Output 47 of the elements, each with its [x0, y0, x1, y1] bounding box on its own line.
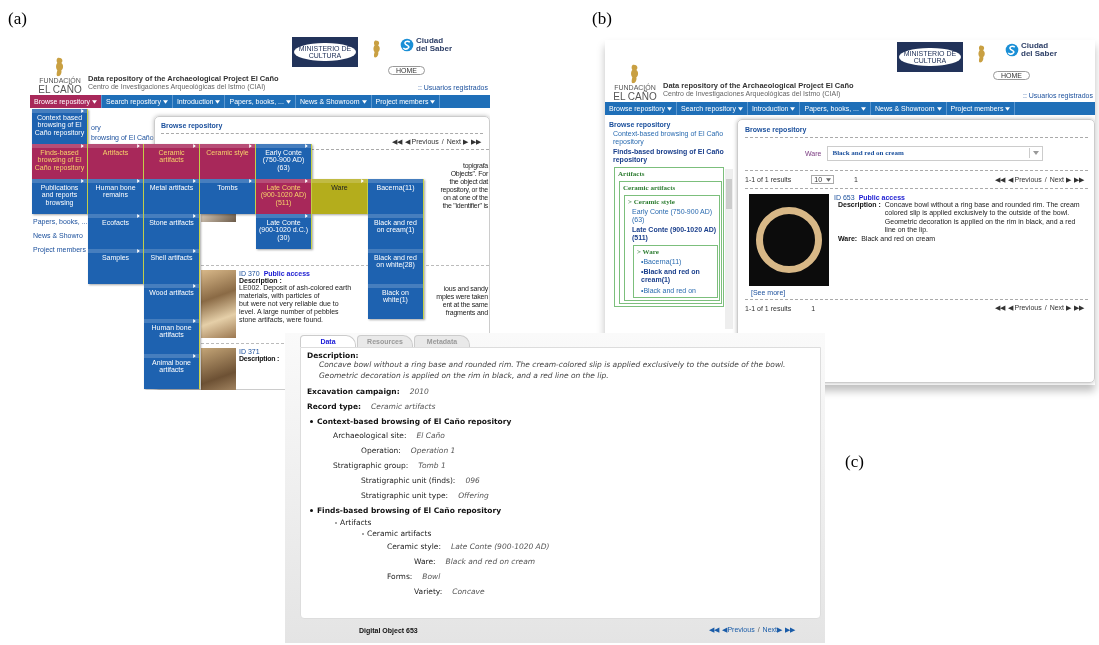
- submenu-arrow-icon: [137, 179, 140, 183]
- submenu-arrow-icon: [193, 249, 196, 253]
- submenu-arrow-icon: [305, 144, 308, 148]
- submenu-arrow-icon: [193, 354, 196, 358]
- caret-icon: [92, 99, 98, 104]
- scrollbar[interactable]: [725, 169, 733, 329]
- submenu-arrow-icon: [249, 179, 252, 183]
- caret-icon: [936, 106, 942, 111]
- caret-icon: [826, 177, 832, 182]
- submenu-arrow-icon: [81, 109, 84, 113]
- caret-icon: [1005, 106, 1011, 111]
- caret-icon: [285, 99, 291, 104]
- bullet-icon: [310, 419, 313, 423]
- submenu-arrow-icon: [137, 249, 140, 253]
- ciudad-logo-text: Ciudad: [416, 37, 445, 45]
- foundation-logo-text: EL CAÑO: [38, 84, 82, 95]
- submenu-arrow-icon: [137, 214, 140, 218]
- submenu-arrow-icon: [305, 179, 308, 183]
- caret-icon: [430, 99, 436, 104]
- figurine-logo-icon: [371, 40, 383, 58]
- submenu-arrow-icon: [193, 319, 196, 323]
- bullet-icon: [310, 508, 313, 512]
- submenu-arrow-icon: [193, 214, 196, 218]
- submenu-arrow-icon: [81, 144, 84, 148]
- figure-label: (b): [592, 9, 612, 29]
- submenu-arrow-icon: [249, 144, 252, 148]
- caret-icon: [215, 99, 221, 104]
- submenu-arrow-icon: [193, 144, 196, 148]
- caret-icon: [361, 99, 367, 104]
- submenu-arrow-icon: [193, 284, 196, 288]
- submenu-arrow-icon: [305, 214, 308, 218]
- ciudad-logo-text: del Saber: [1021, 49, 1057, 58]
- caret-icon: [667, 106, 673, 111]
- caret-icon: [790, 106, 796, 111]
- submenu-arrow-icon: [193, 179, 196, 183]
- caret-icon: [737, 106, 743, 111]
- foundation-logo-text: EL CAÑO: [613, 91, 657, 102]
- ciudad-logo-text: del Saber: [416, 44, 452, 53]
- submenu-arrow-icon: [361, 179, 364, 183]
- submenu-arrow-icon: [81, 179, 84, 183]
- ciudad-logo-text: Ciudad: [1021, 42, 1050, 50]
- figurine-logo-icon: [976, 45, 988, 63]
- caret-icon: [860, 106, 866, 111]
- submenu-arrow-icon: [137, 144, 140, 148]
- caret-icon: [162, 99, 168, 104]
- figure-label: (c): [845, 452, 864, 472]
- figure-label: (a): [8, 9, 27, 29]
